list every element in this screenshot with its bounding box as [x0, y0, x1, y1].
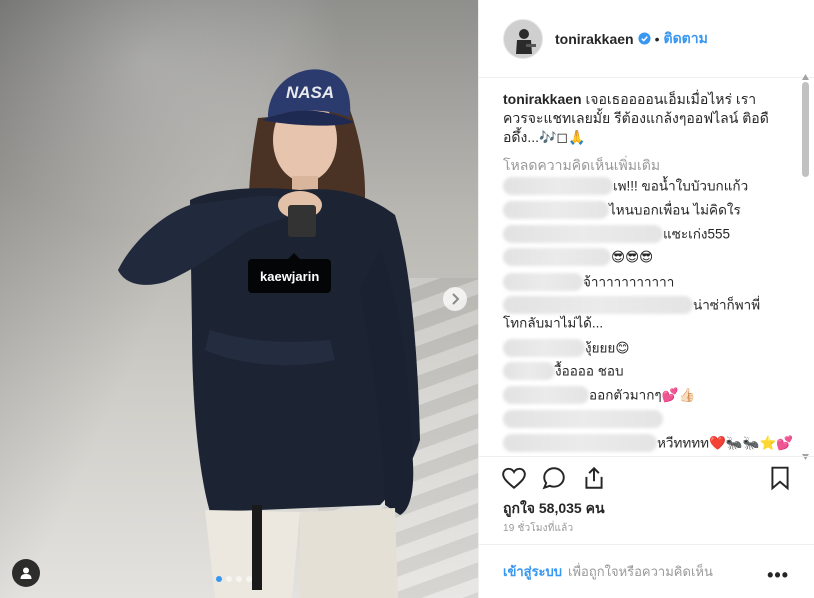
comments-scrollbar[interactable]: [802, 74, 809, 460]
tagged-users-button[interactable]: [12, 559, 40, 587]
blurred-username[interactable]: [503, 410, 663, 429]
comment-item: หวีทททท❤️🐜🐜⭐️💕: [503, 434, 794, 453]
share-icon[interactable]: [581, 465, 607, 491]
heart-icon[interactable]: [501, 465, 527, 491]
avatar-image: [504, 19, 542, 58]
user-tag-bubble[interactable]: kaewjarin: [248, 253, 332, 293]
next-photo-button[interactable]: [443, 287, 467, 311]
comment-text: งื้ออออ ชอบ: [555, 363, 624, 379]
photo-subject: NASA: [118, 69, 420, 598]
comment-text: จ้าาาาาาาาาาา: [583, 274, 675, 290]
caption-username[interactable]: tonirakkaen: [503, 91, 582, 107]
follow-button[interactable]: ติดตาม: [664, 28, 708, 50]
blurred-username[interactable]: [503, 339, 585, 358]
comment-text: งุ้ยยย😊: [585, 340, 630, 356]
comment-item: งุ้ยยย😊: [503, 339, 630, 358]
post-header: tonirakkaen • ติดตาม: [479, 0, 814, 78]
comment-text: เพ!!! ขอน้ำใบบัวบกแก้ว: [613, 178, 749, 194]
svg-text:NASA: NASA: [286, 83, 334, 102]
comment-icon[interactable]: [541, 465, 567, 491]
comment-text: 😎😎😎: [611, 249, 654, 265]
blurred-username[interactable]: [503, 225, 663, 244]
blurred-username[interactable]: [503, 296, 693, 315]
post-actions: [479, 456, 814, 498]
carousel-dot: [236, 576, 242, 582]
blurred-username[interactable]: [503, 362, 555, 381]
post-photo[interactable]: NASA kaewjarin: [0, 0, 478, 598]
comment-item: น่าซ่าก็พาพี่โทกลับมาไม่ได้...: [503, 296, 775, 333]
comment-item: เพ!!! ขอน้ำใบบัวบกแก้ว: [503, 177, 749, 196]
comment-text: แซะเก่ง555: [663, 226, 731, 242]
header-separator: •: [654, 30, 660, 47]
likes-unit: คน: [585, 500, 605, 516]
comment-text: ไหนบอกเพื่อน ไม่คิดใร: [609, 202, 741, 218]
carousel-dot: [246, 576, 252, 582]
load-more-comments-button[interactable]: โหลดความคิดเห็นเพิ่มเติม: [503, 155, 814, 177]
comment-item: แซะเก่ง555: [503, 225, 731, 244]
likes-count[interactable]: ถูกใจ 58,035 คน: [503, 498, 605, 520]
post-side-panel: tonirakkaen • ติดตาม tonirakkaen เจอเธออ…: [478, 0, 814, 598]
carousel-dot: [226, 576, 232, 582]
comment-item: ออกตัวมากๆ💕👍🏻: [503, 386, 696, 405]
scrollbar-thumb[interactable]: [802, 82, 809, 177]
blurred-username[interactable]: [503, 386, 589, 405]
comment-text: ออกตัวมากๆ💕👍🏻: [589, 387, 696, 403]
verified-badge-icon: [638, 32, 651, 45]
post-caption: tonirakkaen เจอเธออออนเอ็มเมื่อไหร่ เราค…: [503, 90, 773, 147]
comment-text: หวีทททท❤️🐜🐜⭐️💕: [657, 435, 794, 451]
blurred-username[interactable]: [503, 177, 613, 196]
carousel-dot: [216, 576, 222, 582]
scroll-up-icon[interactable]: [802, 74, 809, 80]
post-timestamp[interactable]: 19 ชั่วโมงที่แล้ว: [503, 521, 573, 536]
comment-item: ไหนบอกเพื่อน ไม่คิดใร: [503, 201, 741, 220]
more-options-button[interactable]: •••: [767, 565, 789, 586]
blurred-username[interactable]: [503, 201, 609, 220]
likes-number: 58,035: [538, 500, 582, 516]
comment-item: 😎😎😎: [503, 248, 654, 267]
carousel-indicator: [216, 576, 252, 582]
comment-item: จ้าาาาาาาาาาา: [503, 273, 675, 292]
avatar[interactable]: [503, 18, 543, 59]
likes-label: ถูกใจ: [503, 500, 535, 516]
header-username[interactable]: tonirakkaen: [555, 31, 634, 47]
comment-item: งื้ออออ ชอบ: [503, 362, 624, 381]
comment-item: [503, 410, 663, 429]
person-icon: [20, 567, 32, 579]
login-prompt: เข้าสู่ระบบ เพื่อถูกใจหรือความคิดเห็น ••…: [479, 544, 814, 598]
blurred-username[interactable]: [503, 434, 657, 453]
blurred-username[interactable]: [503, 273, 583, 292]
bookmark-icon[interactable]: [767, 465, 793, 491]
login-link[interactable]: เข้าสู่ระบบ: [503, 561, 562, 582]
chevron-right-icon: [452, 293, 460, 305]
blurred-username[interactable]: [503, 248, 611, 267]
login-prompt-text: เพื่อถูกใจหรือความคิดเห็น: [568, 564, 713, 579]
